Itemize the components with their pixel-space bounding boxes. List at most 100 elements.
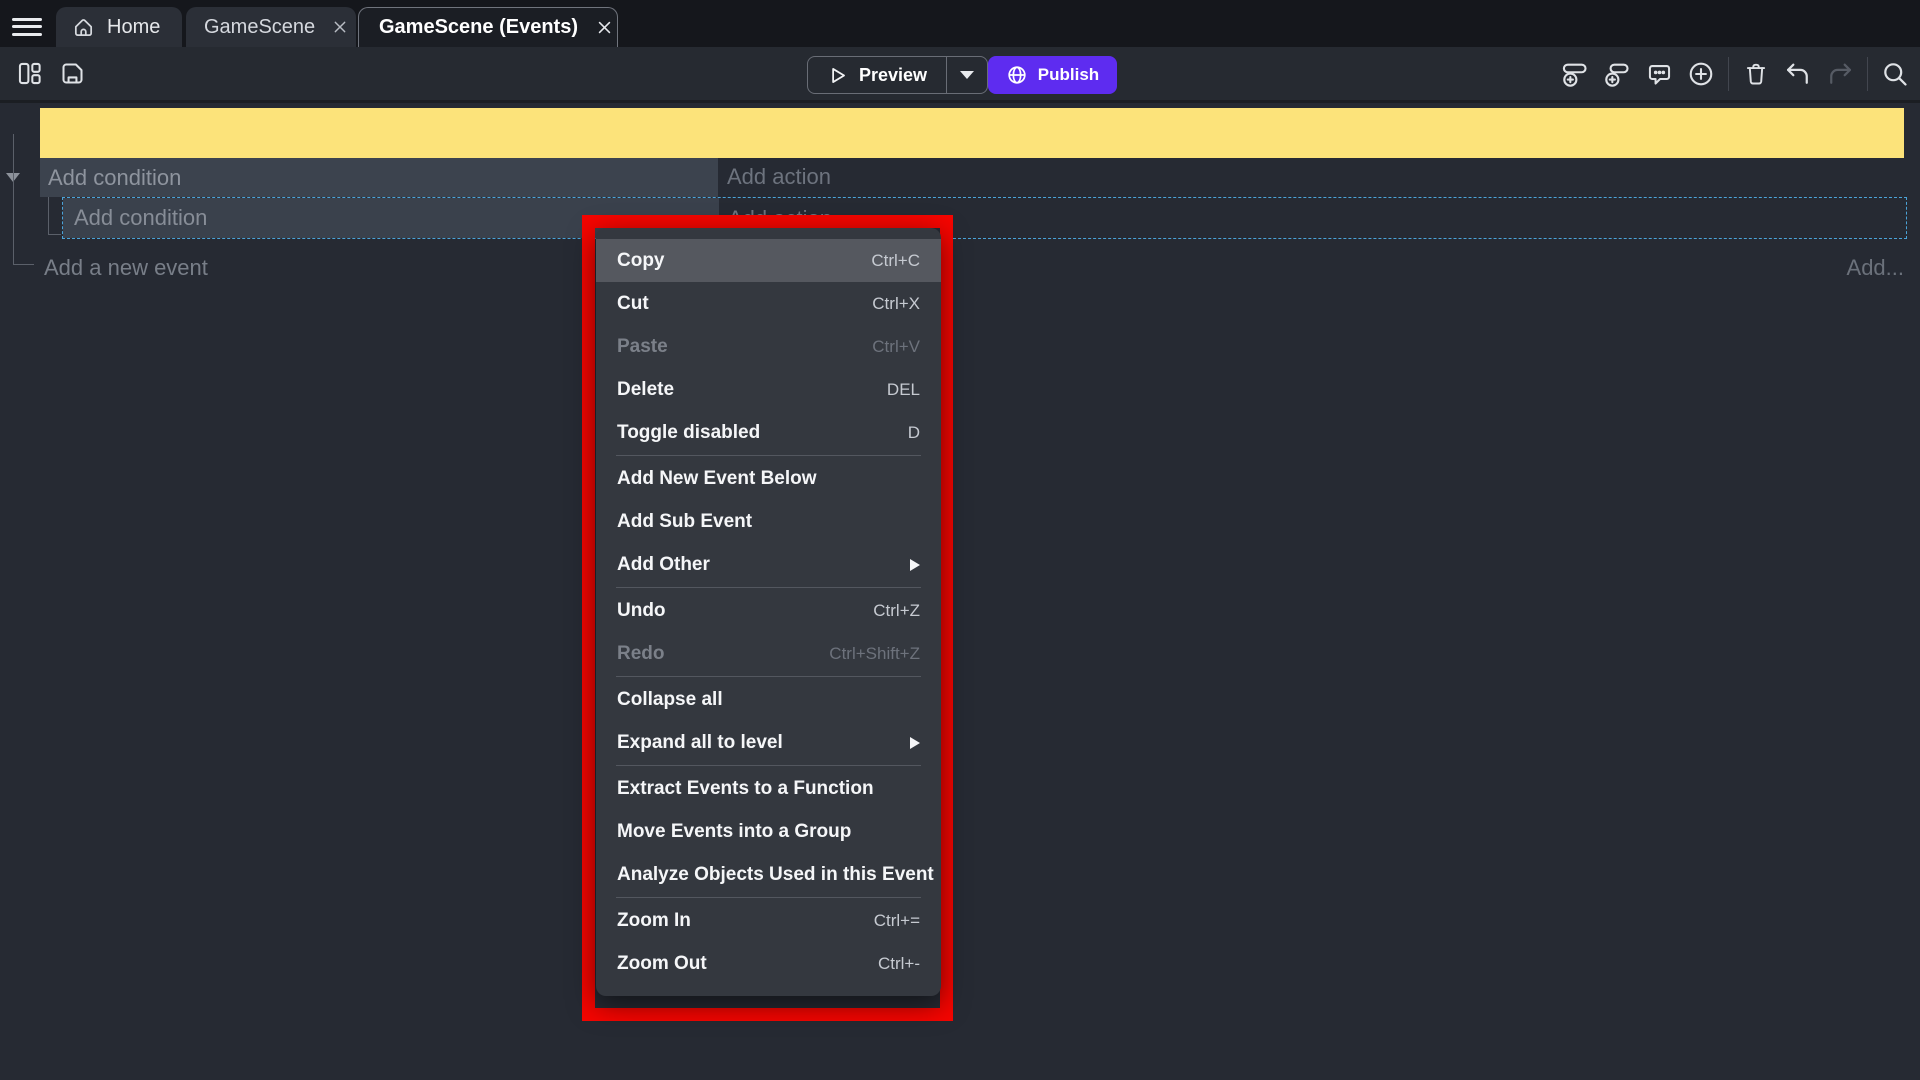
menu-item-shortcut: Ctrl+Shift+Z (829, 644, 920, 664)
menu-item-move-events-into-group[interactable]: Move Events into a Group (596, 810, 941, 853)
tree-guide-line (48, 197, 49, 235)
menu-item-label: Cut (617, 293, 649, 315)
play-icon (827, 65, 848, 86)
menu-item-label: Redo (617, 643, 665, 665)
preview-label: Preview (859, 65, 927, 86)
menu-item-label: Expand all to level (617, 732, 783, 754)
trash-icon[interactable] (1741, 58, 1771, 90)
menu-item-zoom-in[interactable]: Zoom In Ctrl+= (596, 899, 941, 942)
menu-divider (616, 765, 921, 766)
tree-guide-line (13, 264, 34, 265)
menu-item-label: Add New Event Below (617, 468, 817, 490)
preview-options-button[interactable] (946, 57, 987, 93)
toolbar-divider (1867, 57, 1868, 91)
preview-split-button: Preview (807, 56, 988, 94)
preview-button[interactable]: Preview (808, 57, 946, 93)
add-circle-icon[interactable] (1686, 58, 1716, 90)
hamburger-icon (12, 18, 42, 21)
menu-item-copy[interactable]: Copy Ctrl+C (596, 239, 941, 282)
menu-divider (616, 676, 921, 677)
menu-item-label: Extract Events to a Function (617, 778, 874, 800)
menu-divider (616, 455, 921, 456)
add-comment-icon[interactable] (1644, 58, 1674, 90)
menu-item-shortcut: Ctrl+Z (873, 601, 920, 621)
menu-item-zoom-out[interactable]: Zoom Out Ctrl+- (596, 942, 941, 985)
chevron-down-icon (960, 71, 974, 79)
menu-item-label: Add Sub Event (617, 511, 752, 533)
hamburger-icon (12, 33, 42, 36)
add-condition-placeholder[interactable]: Add condition (48, 165, 181, 191)
menu-item-expand-all-to-level[interactable]: Expand all to level (596, 721, 941, 764)
add-button[interactable]: Add... (1847, 255, 1904, 281)
events-sheet: Add condition Add action Add condition A… (0, 103, 1920, 1080)
menu-item-label: Zoom In (617, 910, 691, 932)
menu-item-label: Toggle disabled (617, 422, 760, 444)
main-menu-button[interactable] (12, 13, 42, 35)
menu-item-label: Paste (617, 336, 668, 358)
menu-item-label: Analyze Objects Used in this Event (617, 864, 934, 886)
menu-item-shortcut: D (908, 423, 920, 443)
publish-button[interactable]: Publish (988, 56, 1117, 94)
menu-item-add-other[interactable]: Add Other (596, 543, 941, 586)
menu-item-redo: Redo Ctrl+Shift+Z (596, 632, 941, 675)
menu-item-shortcut: Ctrl+- (878, 954, 920, 974)
tab-label: Home (107, 16, 160, 39)
events-toolbar: Preview Publish (0, 47, 1920, 103)
menu-item-label: Zoom Out (617, 953, 707, 975)
menu-item-add-new-event-below[interactable]: Add New Event Below (596, 457, 941, 500)
toolbar-divider (1728, 57, 1729, 91)
menu-item-extract-events-to-function[interactable]: Extract Events to a Function (596, 767, 941, 810)
menu-item-cut[interactable]: Cut Ctrl+X (596, 282, 941, 325)
tree-guide-line (48, 234, 61, 235)
menu-item-add-sub-event[interactable]: Add Sub Event (596, 500, 941, 543)
gdevelop-window: Home GameScene GameScene (Events) (0, 0, 1920, 1080)
tree-guide-line (13, 134, 14, 265)
close-tab-icon[interactable] (329, 16, 351, 38)
add-condition-placeholder[interactable]: Add condition (74, 205, 207, 231)
hamburger-icon (12, 25, 42, 28)
menu-item-analyze-objects[interactable]: Analyze Objects Used in this Event (596, 853, 941, 896)
add-event-icon[interactable] (1560, 58, 1590, 90)
submenu-arrow-icon (910, 737, 920, 749)
menu-item-shortcut: DEL (887, 380, 920, 400)
tab-home[interactable]: Home (56, 7, 182, 47)
context-menu: Copy Ctrl+C Cut Ctrl+X Paste Ctrl+V Dele… (596, 228, 941, 996)
add-subevent-icon[interactable] (1602, 58, 1632, 90)
menu-item-delete[interactable]: Delete DEL (596, 368, 941, 411)
menu-item-label: Collapse all (617, 689, 723, 711)
menu-item-undo[interactable]: Undo Ctrl+Z (596, 589, 941, 632)
menu-item-shortcut: Ctrl+V (872, 337, 920, 357)
menu-item-label: Undo (617, 600, 666, 622)
menu-item-shortcut: Ctrl+X (872, 294, 920, 314)
save-icon[interactable] (57, 57, 87, 89)
menu-divider (616, 897, 921, 898)
menu-item-paste: Paste Ctrl+V (596, 325, 941, 368)
menu-item-collapse-all[interactable]: Collapse all (596, 678, 941, 721)
undo-icon[interactable] (1783, 58, 1813, 90)
redo-icon[interactable] (1825, 58, 1855, 90)
globe-icon (1006, 64, 1028, 86)
home-icon (72, 16, 95, 39)
tab-gamescene-events[interactable]: GameScene (Events) (358, 7, 618, 47)
layout-panels-icon[interactable] (14, 57, 44, 89)
comment-event[interactable] (40, 108, 1904, 158)
event-condition-cell[interactable]: Add condition (40, 158, 718, 197)
add-action-placeholder[interactable]: Add action (727, 164, 831, 190)
menu-item-label: Move Events into a Group (617, 821, 851, 843)
tab-label: GameScene (204, 16, 315, 39)
menu-item-toggle-disabled[interactable]: Toggle disabled D (596, 411, 941, 454)
publish-label: Publish (1038, 65, 1099, 85)
menu-divider (616, 587, 921, 588)
menu-item-label: Add Other (617, 554, 710, 576)
menu-item-shortcut: Ctrl+C (871, 251, 920, 271)
close-tab-icon[interactable] (594, 17, 616, 39)
tab-label: GameScene (Events) (379, 16, 578, 39)
menu-item-label: Delete (617, 379, 674, 401)
menu-item-shortcut: Ctrl+= (874, 911, 920, 931)
selected-sub-event[interactable]: Add condition Add action (62, 197, 1907, 239)
add-new-event-link[interactable]: Add a new event (44, 255, 208, 281)
tab-bar: Home GameScene GameScene (Events) (0, 0, 1920, 47)
menu-item-label: Copy (617, 250, 665, 272)
tab-gamescene[interactable]: GameScene (186, 7, 356, 47)
search-icon[interactable] (1880, 58, 1910, 90)
